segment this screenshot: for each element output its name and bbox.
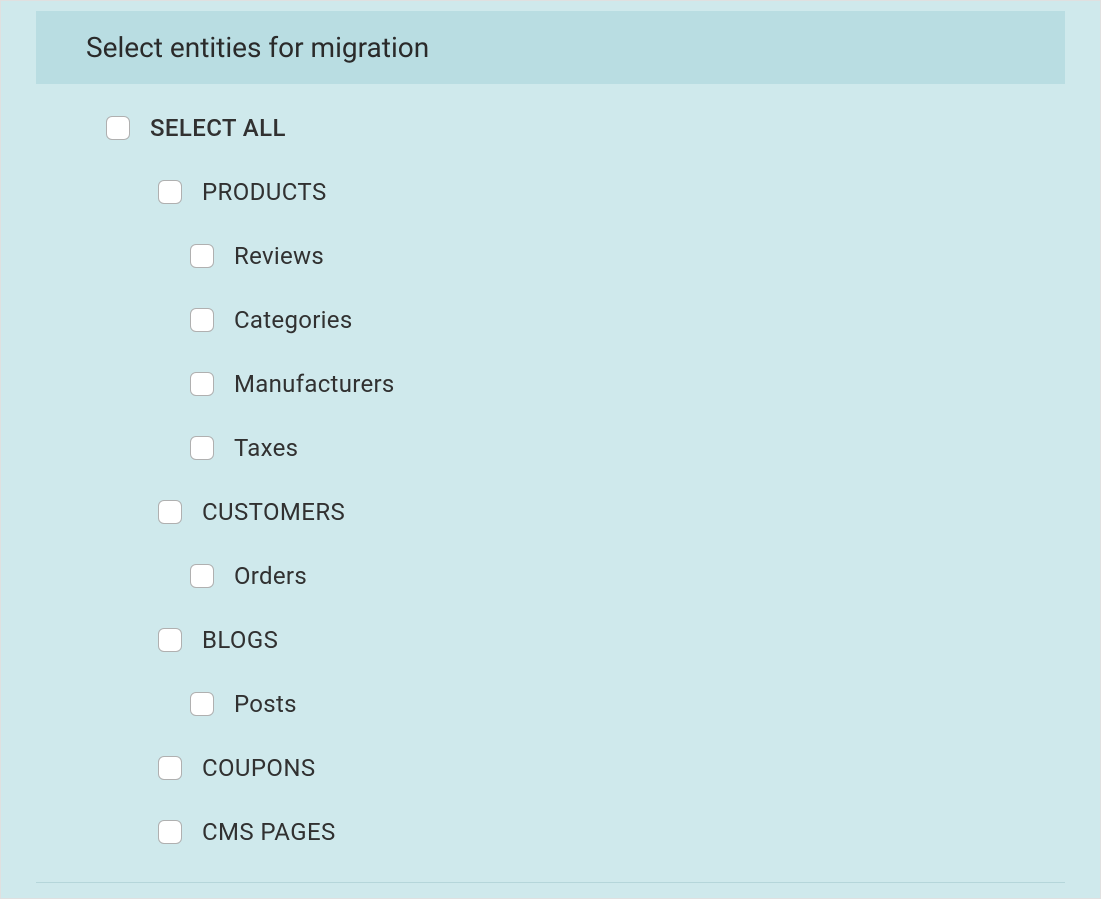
entity-orders-label: Orders [234, 562, 307, 590]
entity-blogs-row: Blogs [158, 626, 1030, 654]
entity-customers-checkbox[interactable] [158, 500, 182, 524]
entity-cmspages-checkbox[interactable] [158, 820, 182, 844]
entity-categories-label: Categories [234, 306, 353, 334]
entity-products-checkbox[interactable] [158, 180, 182, 204]
select-all-checkbox[interactable] [106, 116, 130, 140]
entity-orders-row: Orders [190, 562, 1030, 590]
entity-posts-label: Posts [234, 690, 297, 718]
entity-orders-checkbox[interactable] [190, 564, 214, 588]
entity-categories-row: Categories [190, 306, 1030, 334]
select-all-row: Select all [106, 114, 1030, 142]
entity-coupons-checkbox[interactable] [158, 756, 182, 780]
entity-taxes-row: Taxes [190, 434, 1030, 462]
entity-blogs-label: Blogs [202, 626, 278, 654]
entity-categories-checkbox[interactable] [190, 308, 214, 332]
entity-posts-checkbox[interactable] [190, 692, 214, 716]
entity-products-label: Products [202, 178, 327, 206]
entity-customers-row: Customers [158, 498, 1030, 526]
entity-reviews-checkbox[interactable] [190, 244, 214, 268]
entity-reviews-label: Reviews [234, 242, 324, 270]
panel-title: Select entities for migration [86, 31, 1015, 64]
entity-products-row: Products [158, 178, 1030, 206]
entity-coupons-row: Coupons [158, 754, 1030, 782]
entity-cmspages-row: CMS Pages [158, 818, 1030, 846]
entity-tree: Select all Products Reviews Categories M… [36, 114, 1065, 846]
entity-posts-row: Posts [190, 690, 1030, 718]
entity-reviews-row: Reviews [190, 242, 1030, 270]
entity-manufacturers-checkbox[interactable] [190, 372, 214, 396]
entity-taxes-label: Taxes [234, 434, 298, 462]
entity-coupons-label: Coupons [202, 754, 316, 782]
entity-manufacturers-row: Manufacturers [190, 370, 1030, 398]
entity-manufacturers-label: Manufacturers [234, 370, 395, 398]
entity-blogs-checkbox[interactable] [158, 628, 182, 652]
select-all-label: Select all [150, 114, 286, 142]
entity-customers-label: Customers [202, 498, 345, 526]
migration-entities-panel: Select entities for migration Select all… [0, 0, 1101, 899]
entity-taxes-checkbox[interactable] [190, 436, 214, 460]
entity-cmspages-label: CMS Pages [202, 818, 336, 846]
panel-header: Select entities for migration [36, 11, 1065, 84]
panel-divider [36, 882, 1065, 883]
panel-inner: Select entities for migration Select all… [1, 1, 1100, 846]
